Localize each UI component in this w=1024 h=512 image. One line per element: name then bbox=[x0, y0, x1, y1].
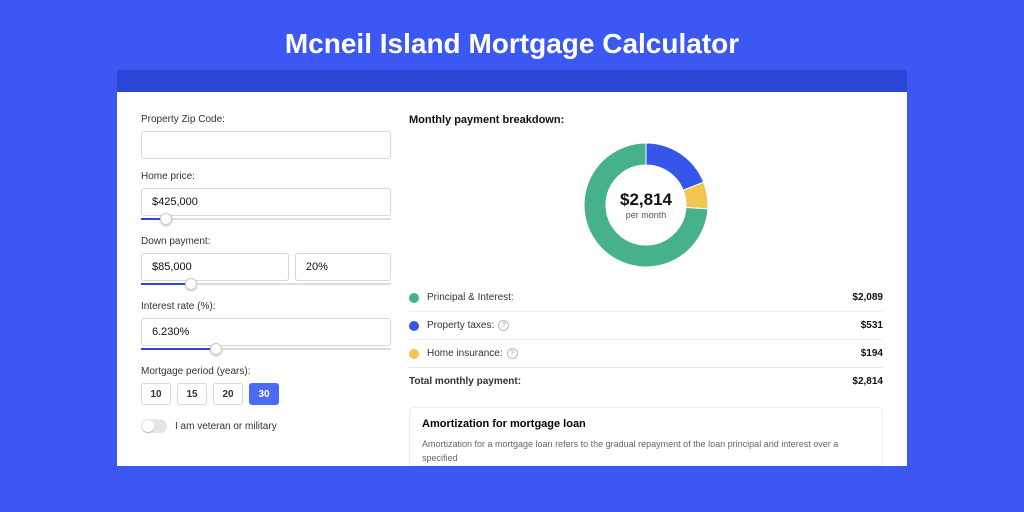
period-option-30[interactable]: 30 bbox=[249, 383, 279, 405]
period-option-20[interactable]: 20 bbox=[213, 383, 243, 405]
legend-value: $194 bbox=[861, 348, 883, 359]
zip-group: Property Zip Code: bbox=[141, 114, 391, 159]
interest-input[interactable] bbox=[141, 318, 391, 346]
header-banner bbox=[117, 70, 907, 92]
slider-thumb[interactable] bbox=[185, 278, 197, 290]
home-price-slider[interactable] bbox=[141, 214, 391, 224]
legend-value: $531 bbox=[861, 320, 883, 331]
period-group: Mortgage period (years): 10 15 20 30 bbox=[141, 366, 391, 405]
total-label: Total monthly payment: bbox=[409, 376, 521, 387]
slider-thumb[interactable] bbox=[160, 213, 172, 225]
down-payment-slider[interactable] bbox=[141, 279, 391, 289]
interest-slider[interactable] bbox=[141, 344, 391, 354]
veteran-label: I am veteran or military bbox=[175, 421, 277, 432]
total-row: Total monthly payment: $2,814 bbox=[409, 367, 883, 395]
home-price-label: Home price: bbox=[141, 171, 391, 182]
breakdown-panel: Monthly payment breakdown: $2,814 per mo… bbox=[409, 114, 883, 466]
interest-label: Interest rate (%): bbox=[141, 301, 391, 312]
info-icon[interactable]: ? bbox=[498, 320, 509, 331]
page-title: Mcneil Island Mortgage Calculator bbox=[0, 0, 1024, 60]
legend: Principal & Interest: $2,089 Property taxe… bbox=[409, 284, 883, 367]
legend-label: Home insurance: bbox=[427, 348, 503, 359]
donut-sub: per month bbox=[626, 210, 667, 220]
legend-row-1: Property taxes:? $531 bbox=[409, 312, 883, 340]
slider-thumb[interactable] bbox=[210, 343, 222, 355]
legend-dot bbox=[409, 349, 419, 359]
legend-dot bbox=[409, 321, 419, 331]
legend-label: Property taxes: bbox=[427, 320, 494, 331]
period-options: 10 15 20 30 bbox=[141, 383, 391, 405]
donut-chart-area: $2,814 per month bbox=[409, 134, 883, 284]
down-payment-label: Down payment: bbox=[141, 236, 391, 247]
down-payment-group: Down payment: bbox=[141, 236, 391, 289]
zip-input[interactable] bbox=[141, 131, 391, 159]
amortization-text: Amortization for a mortgage loan refers … bbox=[422, 438, 870, 465]
calculator-card: Property Zip Code: Home price: Down paym… bbox=[117, 92, 907, 466]
form-panel: Property Zip Code: Home price: Down paym… bbox=[141, 114, 391, 466]
period-option-10[interactable]: 10 bbox=[141, 383, 171, 405]
down-payment-amount-input[interactable] bbox=[141, 253, 289, 281]
legend-dot bbox=[409, 293, 419, 303]
info-icon[interactable]: ? bbox=[507, 348, 518, 359]
legend-row-2: Home insurance:? $194 bbox=[409, 340, 883, 367]
donut-center: $2,814 per month bbox=[581, 140, 711, 270]
legend-value: $2,089 bbox=[852, 292, 883, 303]
donut-chart: $2,814 per month bbox=[581, 140, 711, 270]
breakdown-heading: Monthly payment breakdown: bbox=[409, 114, 883, 126]
period-label: Mortgage period (years): bbox=[141, 366, 391, 377]
total-value: $2,814 bbox=[852, 376, 883, 387]
zip-label: Property Zip Code: bbox=[141, 114, 391, 125]
amortization-card: Amortization for mortgage loan Amortizat… bbox=[409, 407, 883, 466]
donut-amount: $2,814 bbox=[620, 190, 672, 210]
amortization-title: Amortization for mortgage loan bbox=[422, 418, 870, 430]
legend-label: Principal & Interest: bbox=[427, 292, 514, 303]
legend-row-0: Principal & Interest: $2,089 bbox=[409, 284, 883, 312]
interest-group: Interest rate (%): bbox=[141, 301, 391, 354]
home-price-input[interactable] bbox=[141, 188, 391, 216]
down-payment-percent-input[interactable] bbox=[295, 253, 391, 281]
home-price-group: Home price: bbox=[141, 171, 391, 224]
veteran-toggle[interactable] bbox=[141, 419, 167, 433]
veteran-row: I am veteran or military bbox=[141, 419, 391, 433]
period-option-15[interactable]: 15 bbox=[177, 383, 207, 405]
